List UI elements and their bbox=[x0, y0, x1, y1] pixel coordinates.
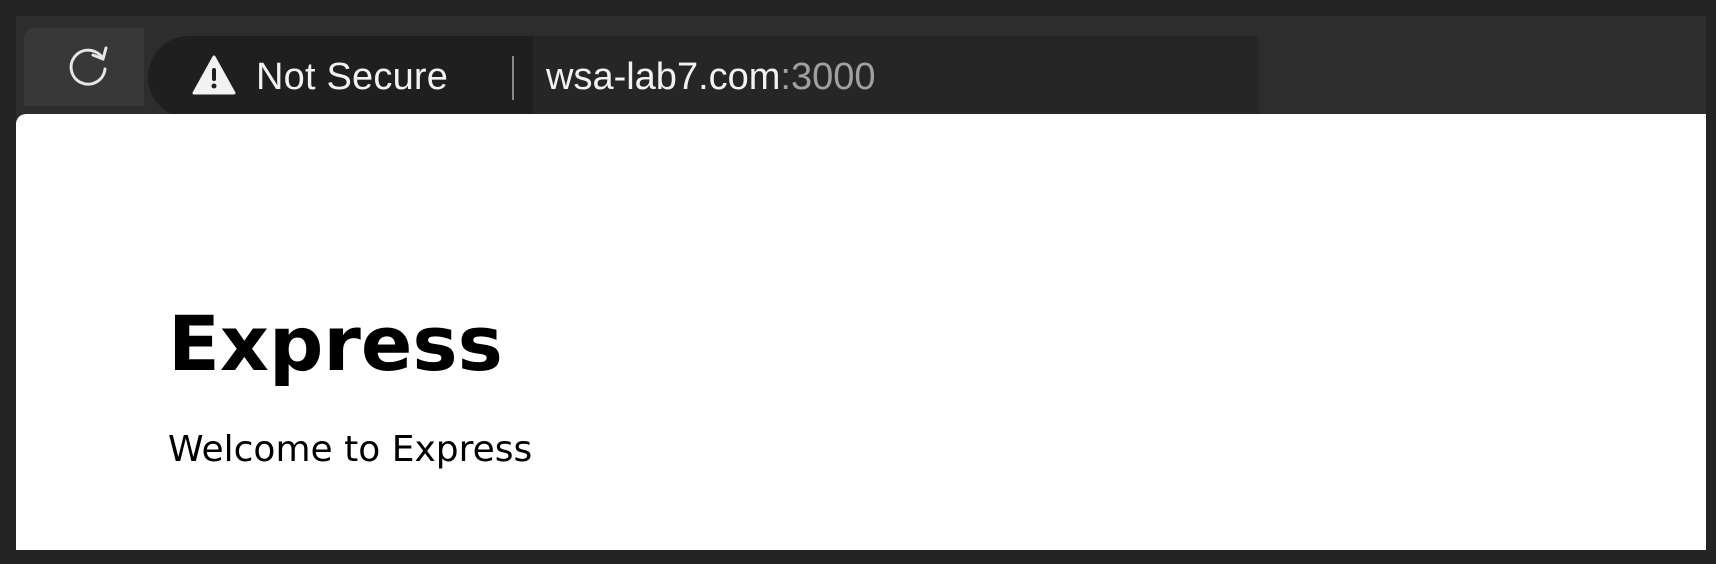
url-port: :3000 bbox=[780, 55, 876, 98]
page-viewport: Express Welcome to Express bbox=[16, 114, 1706, 550]
reload-icon bbox=[24, 41, 112, 94]
browser-toolbar: Not Secure wsa-lab7.com:3000 bbox=[16, 16, 1706, 118]
url-host: wsa-lab7.com bbox=[546, 55, 781, 98]
browser-window: Not Secure wsa-lab7.com:3000 Express Wel… bbox=[16, 16, 1706, 550]
welcome-text: Welcome to Express bbox=[168, 429, 533, 470]
address-bar[interactable]: Not Secure wsa-lab7.com:3000 bbox=[148, 36, 1258, 118]
page-heading: Express bbox=[168, 299, 503, 388]
not-secure-label: Not Secure bbox=[256, 55, 449, 98]
address-divider bbox=[512, 56, 514, 100]
security-indicator[interactable]: Not Secure bbox=[192, 36, 448, 118]
warning-icon bbox=[192, 55, 236, 100]
reload-button[interactable] bbox=[24, 28, 144, 106]
url-text[interactable]: wsa-lab7.com:3000 bbox=[546, 36, 876, 118]
